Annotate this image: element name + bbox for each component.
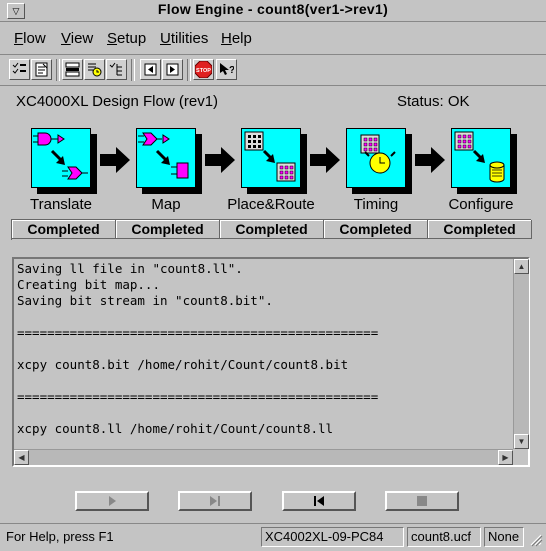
context-help-button[interactable]: ?: [216, 59, 237, 80]
horizontal-scrollbar[interactable]: ◀ ▶: [14, 449, 513, 465]
configure-icon: [454, 131, 505, 183]
log-line: ========================================…: [17, 389, 379, 404]
play-icon: [109, 496, 116, 506]
menu-setup[interactable]: Setup: [107, 30, 146, 47]
resize-grip-icon: [530, 534, 543, 547]
report-clock-button[interactable]: [84, 59, 105, 80]
flow-list-button[interactable]: [62, 59, 83, 80]
svg-text:?: ?: [229, 65, 234, 76]
toolbar: STOP ?: [0, 55, 546, 86]
flow-title: XC4000XL Design Flow (rev1): [16, 93, 219, 110]
log-output[interactable]: Saving ll file in "count8.ll". Creating b…: [12, 257, 530, 467]
toolbar-separator: [187, 59, 191, 81]
step-status-row: Completed Completed Completed Completed …: [11, 219, 532, 240]
step-map[interactable]: [136, 128, 196, 188]
menu-utilities[interactable]: Utilities: [160, 30, 208, 47]
menu-view[interactable]: View: [61, 30, 93, 47]
extra-field: None: [484, 527, 524, 547]
rewind-button[interactable]: [282, 491, 356, 511]
checklist-button[interactable]: [9, 59, 30, 80]
step-label-map: Map: [151, 196, 181, 213]
scroll-right-icon[interactable]: ▶: [498, 450, 513, 465]
svg-text:STOP: STOP: [196, 68, 211, 74]
check-tree-button[interactable]: [106, 59, 127, 80]
scroll-up-icon[interactable]: ▲: [514, 259, 529, 274]
check-tree-icon: [109, 62, 122, 76]
step-label-timing: Timing: [353, 196, 399, 213]
menu-help[interactable]: Help: [221, 30, 252, 47]
arrow-right-icon: [205, 147, 235, 173]
chevron-down-icon: ▽: [12, 6, 20, 16]
step-status-timing: Completed: [324, 220, 428, 239]
step-label-place-route: Place&Route: [227, 196, 315, 213]
stop-icon: STOP: [195, 61, 212, 78]
play-button[interactable]: [75, 491, 149, 511]
step-to-end-icon: [210, 496, 220, 506]
step-forward-button[interactable]: [162, 59, 183, 80]
step-configure[interactable]: [451, 128, 511, 188]
help-hint: For Help, press F1: [6, 529, 114, 544]
stop-playback-button[interactable]: [385, 491, 459, 511]
step-back-icon: [144, 63, 157, 76]
title-bar[interactable]: Flow Engine - count8(ver1->rev1) ▽: [0, 0, 546, 22]
toolbar-separator: [56, 59, 60, 81]
window-title: Flow Engine - count8(ver1->rev1): [157, 1, 389, 17]
log-line: Creating bit map...: [17, 277, 160, 292]
step-forward-icon: [166, 63, 179, 76]
scroll-down-icon[interactable]: ▼: [514, 434, 529, 449]
step-status-map: Completed: [116, 220, 220, 239]
step-timing[interactable]: [346, 128, 406, 188]
log-line: Saving bit stream in "count8.bit".: [17, 293, 273, 308]
step-to-end-button[interactable]: [178, 491, 252, 511]
status-text: Status: OK: [397, 93, 470, 110]
window-menu-button[interactable]: ▽: [7, 3, 25, 19]
log-line: Saving ll file in "count8.ll".: [17, 261, 243, 276]
device-field: XC4002XL-09-PC84: [261, 527, 404, 547]
checklist-icon: [12, 62, 26, 74]
ucf-field: count8.ucf: [407, 527, 481, 547]
log-line: xcpy count8.bit /home/rohit/Count/count8…: [17, 357, 349, 372]
flow-list-icon: [65, 62, 80, 77]
log-text: Saving ll file in "count8.ll". Creating b…: [17, 261, 507, 445]
step-status-configure: Completed: [428, 220, 532, 239]
toolbar-separator: [131, 59, 135, 81]
options-icon: [35, 62, 48, 77]
arrow-right-icon: [415, 147, 445, 173]
arrow-right-icon: [100, 147, 130, 173]
step-label-translate: Translate: [30, 196, 92, 213]
step-translate[interactable]: [31, 128, 91, 188]
report-clock-icon: [88, 63, 102, 77]
scroll-left-icon[interactable]: ◀: [14, 450, 29, 465]
log-line: ========================================…: [17, 325, 379, 340]
arrow-right-icon: [310, 147, 340, 173]
place-route-icon: [244, 131, 296, 182]
vertical-scrollbar[interactable]: ▲ ▼: [513, 259, 529, 449]
rewind-to-start-icon: [314, 496, 324, 506]
menu-bar: Flow View Setup Utilities Help: [0, 22, 546, 55]
step-label-configure: Configure: [448, 196, 514, 213]
map-icon: [138, 132, 189, 179]
timing-icon: [360, 134, 396, 174]
step-back-button[interactable]: [140, 59, 161, 80]
options-button[interactable]: [31, 59, 52, 80]
resize-grip[interactable]: [527, 529, 543, 547]
stop-square-icon: [417, 496, 427, 506]
context-help-icon: ?: [220, 63, 234, 76]
step-place-route[interactable]: [241, 128, 301, 188]
step-status-place-route: Completed: [220, 220, 324, 239]
step-status-translate: Completed: [12, 220, 116, 239]
stop-button[interactable]: STOP: [193, 59, 214, 80]
status-bar: For Help, press F1 XC4002XL-09-PC84 coun…: [0, 523, 546, 551]
log-line: xcpy count8.ll /home/rohit/Count/count8.…: [17, 421, 334, 436]
menu-flow[interactable]: Flow: [14, 30, 46, 47]
translate-icon: [33, 132, 88, 180]
